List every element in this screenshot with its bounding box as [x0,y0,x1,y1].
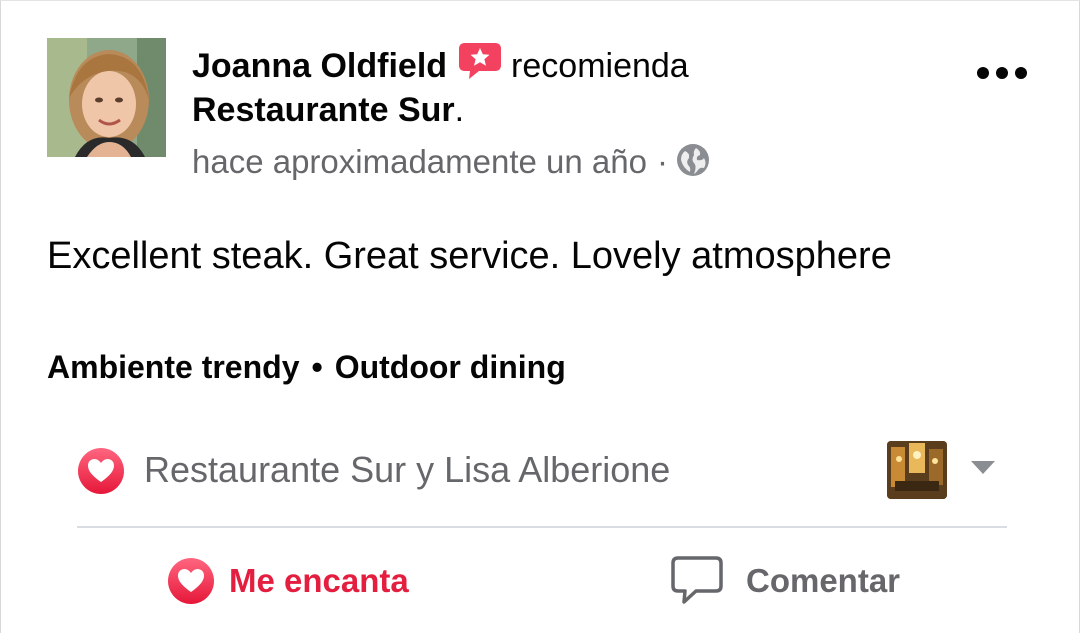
header-line: Joanna Oldfield recomienda [192,41,952,88]
more-options-icon [977,67,989,79]
globe-icon [676,144,709,176]
actions-divider [77,526,1007,528]
love-button[interactable]: Me encanta [167,551,409,611]
tag-item: Ambiente trendy [47,349,300,385]
place-name[interactable]: Restaurante Sur [192,91,455,129]
header-line-2: Restaurante Sur. [192,88,952,132]
avatar-portrait [47,38,166,157]
reaction-names: Restaurante Sur y Lisa Alberione [144,449,671,490]
post-body-text: Excellent steak. Great service. Lovely a… [47,235,892,277]
tag-separator: • [311,349,323,385]
recommendation-star-icon [459,43,502,79]
reactions-summary[interactable]: Restaurante Sur y Lisa Alberione [77,441,1007,501]
comment-button-label: Comentar [746,562,901,599]
love-reaction-icon [78,448,124,494]
post-timestamp[interactable]: hace aproximadamente un año [192,143,647,180]
place-suffix: . [454,91,465,129]
love-icon [168,558,214,604]
caret-down-icon[interactable] [971,461,995,474]
restaurant-thumbnail-image [887,441,947,499]
post-header: Joanna Oldfield recomienda Restaurante S… [192,41,952,184]
tag-item: Outdoor dining [334,349,566,385]
author-name[interactable]: Joanna Oldfield [192,47,447,85]
reactor-page-thumbnail[interactable] [887,441,947,499]
meta-separator: · [656,143,668,180]
post-meta: hace aproximadamente un año · [192,140,952,184]
recommend-verb: recomienda [511,47,689,85]
recommendation-tags: Ambiente trendy • Outdoor dining [47,345,566,389]
love-button-label: Me encanta [229,562,409,599]
more-options-icon-dot [996,67,1008,79]
comment-icon [671,556,723,604]
more-options-button[interactable] [969,57,1035,89]
post-card: Joanna Oldfield recomienda Restaurante S… [0,0,1080,633]
more-options-icon-dot [1015,67,1027,79]
comment-button[interactable]: Comentar [670,551,900,611]
author-avatar[interactable] [47,38,166,157]
